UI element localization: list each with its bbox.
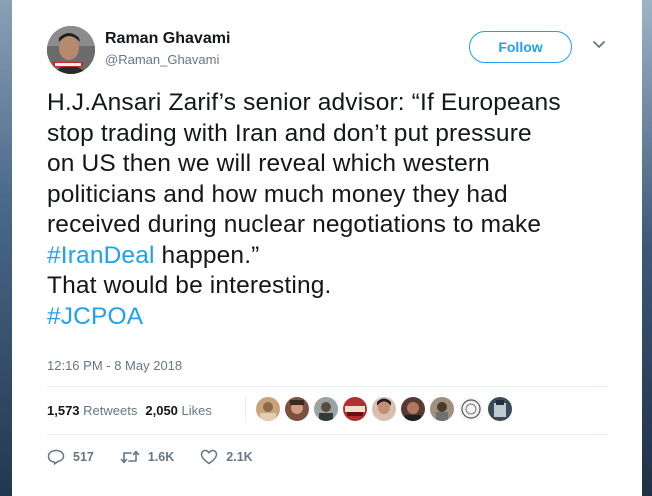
like-button[interactable]: 2.1K <box>200 449 253 465</box>
tweet-line: received during nuclear negotiations to … <box>47 211 542 238</box>
avatar-image <box>47 26 95 74</box>
likes-label: Likes <box>181 403 212 418</box>
retweet-button[interactable]: 1.6K <box>120 449 174 465</box>
liker-avatar[interactable] <box>285 397 309 421</box>
tweet-card: Raman Ghavami @Raman_Ghavami Follow H.J.… <box>12 0 642 496</box>
follow-button[interactable]: Follow <box>469 31 572 63</box>
liker-avatar[interactable] <box>372 397 396 421</box>
tweet-line: politicians and how much money they had <box>47 180 508 208</box>
retweets-label: Retweets <box>83 403 138 418</box>
tweet-line: on US then we will reveal which western <box>47 150 490 177</box>
heart-icon <box>201 449 218 465</box>
reply-count: 517 <box>73 450 94 464</box>
engagement-stats: 1,573 Retweets 2,050 Likes <box>47 403 220 418</box>
liker-avatar[interactable] <box>401 397 425 421</box>
retweet-count: 1.6K <box>147 450 175 464</box>
reply-icon <box>47 449 65 465</box>
hashtag-link[interactable]: #JCPOA <box>47 302 627 333</box>
avatar[interactable] <box>47 26 95 74</box>
liker-avatars <box>245 397 517 421</box>
background-right <box>642 0 652 496</box>
liker-avatar[interactable] <box>343 397 367 421</box>
user-handle[interactable]: @Raman_Ghavami <box>105 52 219 67</box>
like-count: 2.1K <box>226 450 253 464</box>
tweet-line: H.J.Ansari Zarif’s senior advisor: “If E… <box>47 89 561 116</box>
liker-avatar[interactable] <box>459 397 483 421</box>
tweet-line: That would be interesting. <box>47 272 332 299</box>
retweets-stat[interactable]: 1,573 Retweets <box>47 403 137 418</box>
likes-stat[interactable]: 2,050 Likes <box>145 403 212 418</box>
liker-avatar[interactable] <box>488 397 512 421</box>
retweets-count: 1,573 <box>47 403 80 418</box>
chevron-down-icon[interactable] <box>592 40 606 50</box>
tweet-line: #IranDeal happen.” <box>47 241 627 272</box>
background-left <box>0 0 12 496</box>
tweet-line-text: happen.” <box>154 241 260 269</box>
liker-avatar[interactable] <box>314 397 338 421</box>
user-name[interactable]: Raman Ghavami <box>105 30 230 48</box>
tweet-text: H.J.Ansari Zarif’s senior advisor: “If E… <box>47 88 627 332</box>
liker-avatar[interactable] <box>430 397 454 421</box>
tweet-line: stop trading with Iran and don’t put pre… <box>47 119 532 147</box>
retweet-icon <box>120 450 140 464</box>
divider <box>47 434 607 435</box>
tweet-actions: 517 1.6K 2.1K <box>47 449 279 465</box>
liker-avatar[interactable] <box>256 397 280 421</box>
divider <box>47 386 607 387</box>
tweet-timestamp[interactable]: 12:16 PM - 8 May 2018 <box>47 358 182 373</box>
reply-button[interactable]: 517 <box>47 449 94 465</box>
likes-count: 2,050 <box>145 403 178 418</box>
hashtag-link[interactable]: #IranDeal <box>47 242 155 269</box>
